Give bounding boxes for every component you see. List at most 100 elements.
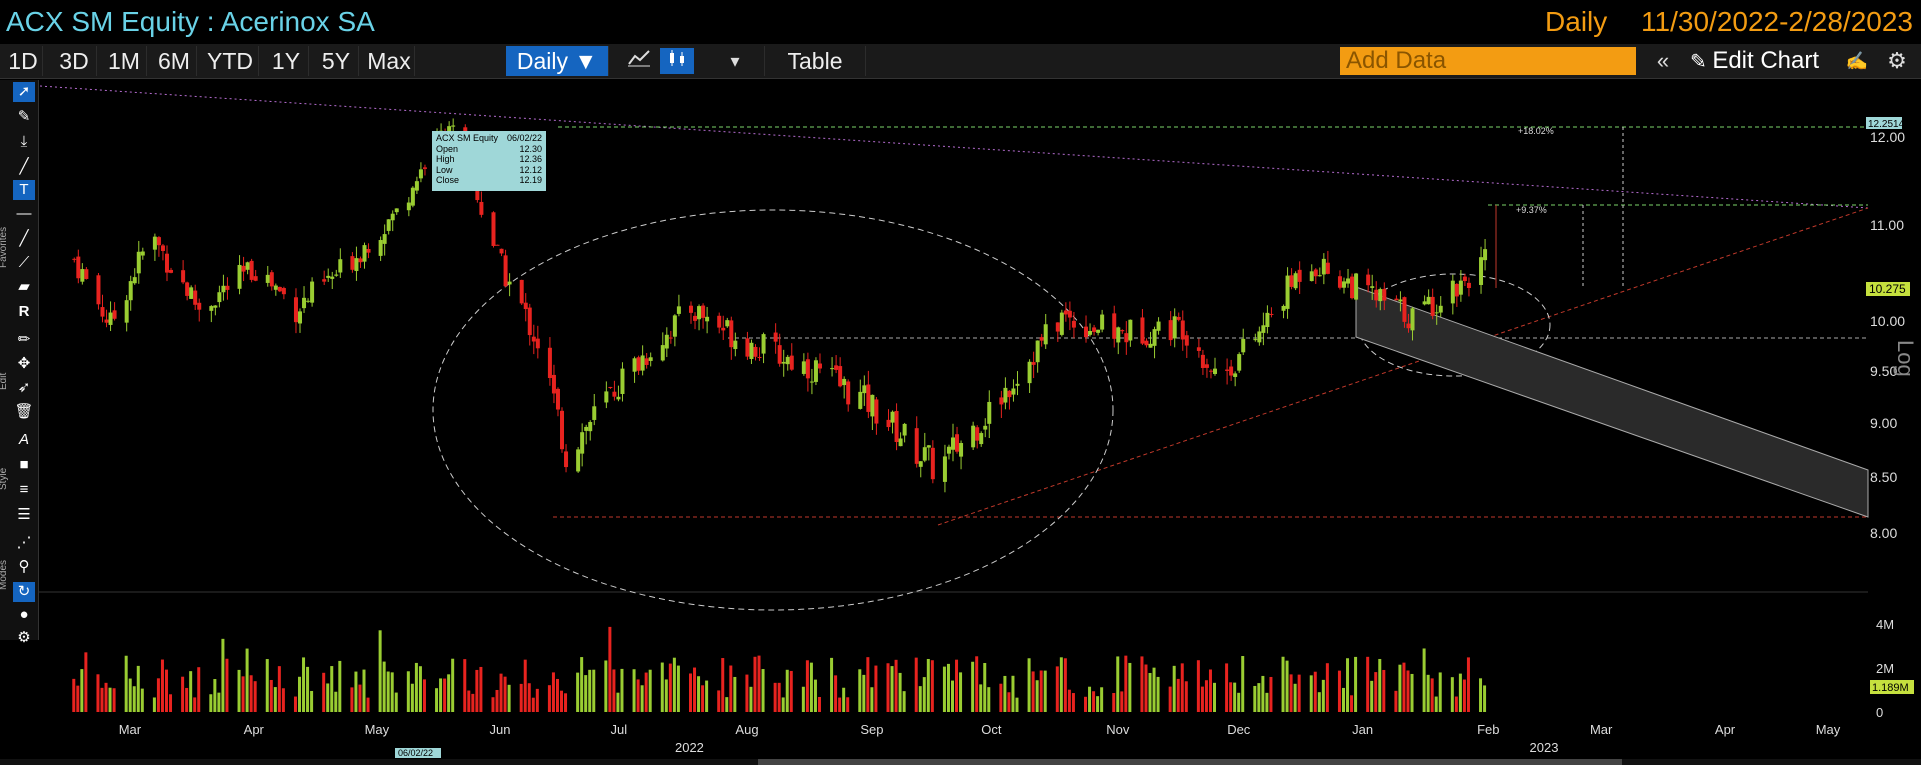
candle-body[interactable] xyxy=(1043,324,1048,345)
candle-body[interactable] xyxy=(1422,301,1427,305)
settings-gear-icon[interactable]: ⚙ xyxy=(13,628,35,648)
candle-body[interactable] xyxy=(491,212,496,246)
candle-body[interactable] xyxy=(1088,331,1093,335)
candle-body[interactable] xyxy=(76,256,81,279)
candle-body[interactable] xyxy=(555,388,560,410)
candle-body[interactable] xyxy=(112,310,117,319)
add-data-input[interactable] xyxy=(1340,47,1636,75)
candle-body[interactable] xyxy=(576,449,581,472)
candle-body[interactable] xyxy=(281,288,286,295)
color-icon[interactable]: ● xyxy=(13,605,35,625)
candle-body[interactable] xyxy=(1027,361,1032,384)
candle-body[interactable] xyxy=(1063,310,1068,315)
candle-body[interactable] xyxy=(1225,369,1230,371)
candle-body[interactable] xyxy=(834,365,839,370)
candle-body[interactable] xyxy=(1213,368,1218,374)
candle-body[interactable] xyxy=(983,425,988,430)
candle-body[interactable] xyxy=(922,447,927,461)
candle-body[interactable] xyxy=(495,244,500,246)
candle-body[interactable] xyxy=(745,338,750,357)
candle-body[interactable] xyxy=(499,248,504,254)
candle-body[interactable] xyxy=(1350,276,1355,299)
candle-body[interactable] xyxy=(640,355,645,371)
candle-body[interactable] xyxy=(693,315,698,321)
candle-body[interactable] xyxy=(830,368,835,370)
candle-body[interactable] xyxy=(124,300,129,323)
candle-body[interactable] xyxy=(1100,314,1105,330)
candle-body[interactable] xyxy=(592,406,597,420)
candle-body[interactable] xyxy=(749,342,754,359)
candle-body[interactable] xyxy=(1382,288,1387,301)
candle-body[interactable] xyxy=(265,274,270,283)
candle-body[interactable] xyxy=(608,386,613,388)
date-range-label[interactable]: 11/30/2022-2/28/2023 xyxy=(1641,6,1913,37)
candle-body[interactable] xyxy=(1015,383,1020,386)
hline-icon[interactable]: — xyxy=(13,204,35,224)
candle-body[interactable] xyxy=(451,125,456,127)
candle-body[interactable] xyxy=(418,169,423,179)
candle-body[interactable] xyxy=(1370,286,1375,288)
candle-body[interactable] xyxy=(580,432,585,454)
candle-body[interactable] xyxy=(531,336,536,342)
candle-body[interactable] xyxy=(729,320,734,348)
candle-body[interactable] xyxy=(1144,340,1149,346)
period-1y-button[interactable]: 1Y xyxy=(264,46,309,76)
trend-icon[interactable]: ⟋ xyxy=(13,253,35,273)
candle-body[interactable] xyxy=(846,381,851,405)
candle-body[interactable] xyxy=(253,276,258,281)
candle-body[interactable] xyxy=(104,319,109,323)
candle-body[interactable] xyxy=(1128,319,1133,341)
chart-type-dropdown-icon[interactable]: ▾ xyxy=(718,48,752,74)
candle-body[interactable] xyxy=(1289,275,1294,287)
candle-body[interactable] xyxy=(1092,327,1097,332)
candle-body[interactable] xyxy=(616,396,621,400)
candle-body[interactable] xyxy=(672,315,677,337)
candle-body[interactable] xyxy=(1466,282,1471,289)
candle-body[interactable] xyxy=(1237,354,1242,371)
scrollbar-thumb[interactable] xyxy=(758,759,1622,765)
candle-body[interactable] xyxy=(189,287,194,299)
candle-body[interactable] xyxy=(620,368,625,394)
candle-body[interactable] xyxy=(1281,305,1286,311)
candle-body[interactable] xyxy=(1007,390,1012,398)
price-chart[interactable]: +18.02% +9.37% 12.00 11.00 10.00 9.50 9.… xyxy=(38,80,1921,759)
candle-body[interactable] xyxy=(217,292,222,303)
candle-body[interactable] xyxy=(1011,388,1016,395)
candle-body[interactable] xyxy=(660,345,665,361)
candle-body[interactable] xyxy=(773,332,778,342)
candle-body[interactable] xyxy=(785,356,790,365)
candle-body[interactable] xyxy=(414,181,419,191)
candle-body[interactable] xyxy=(753,346,758,357)
cycle-icon[interactable]: ↻ xyxy=(13,582,35,602)
candle-body[interactable] xyxy=(241,265,246,272)
candle-body[interactable] xyxy=(96,275,101,305)
candle-body[interactable] xyxy=(326,275,331,278)
candle-body[interactable] xyxy=(1176,316,1181,320)
candle-body[interactable] xyxy=(664,334,669,349)
candle-body[interactable] xyxy=(842,378,847,386)
candle-body[interactable] xyxy=(1458,280,1463,295)
candle-body[interactable] xyxy=(298,311,303,324)
period-1d-button[interactable]: 1D xyxy=(4,46,43,76)
candle-body[interactable] xyxy=(612,391,617,397)
candle-body[interactable] xyxy=(1450,280,1455,304)
candle-body[interactable] xyxy=(1394,298,1399,301)
candle-body[interactable] xyxy=(1168,320,1173,341)
candle-body[interactable] xyxy=(1426,296,1431,305)
frequency-dropdown[interactable]: Daily ▼ xyxy=(506,46,609,76)
candle-body[interactable] xyxy=(1059,312,1064,335)
candle-body[interactable] xyxy=(209,306,214,311)
candle-body[interactable] xyxy=(1483,249,1488,261)
candle-body[interactable] xyxy=(761,334,766,354)
candle-body[interactable] xyxy=(1253,339,1258,341)
horizontal-scrollbar[interactable] xyxy=(0,759,1921,765)
candle-body[interactable] xyxy=(705,316,710,322)
candle-body[interactable] xyxy=(894,410,899,443)
candle-body[interactable] xyxy=(914,428,919,464)
candle-body[interactable] xyxy=(1229,366,1234,376)
candle-body[interactable] xyxy=(140,251,145,256)
candle-body[interactable] xyxy=(1261,325,1266,333)
candle-body[interactable] xyxy=(1313,269,1318,277)
candle-body[interactable] xyxy=(136,251,141,274)
candle-body[interactable] xyxy=(197,302,202,310)
